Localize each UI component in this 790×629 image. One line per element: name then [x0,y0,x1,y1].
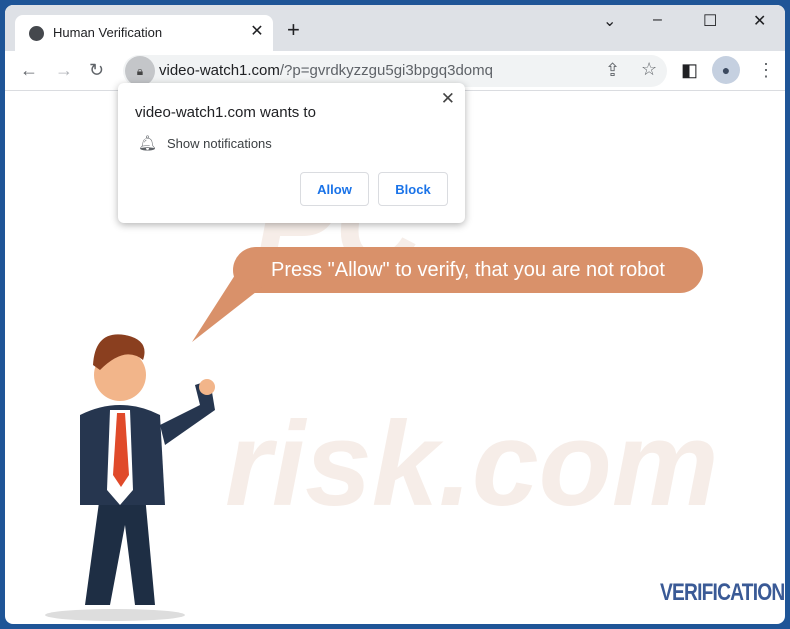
speech-bubble: Press "Allow" to verify, that you are no… [233,247,703,293]
tab-bar: Human Verification ✕ + ⌄ – ☐ ✕ [5,5,785,51]
minimize-icon[interactable]: – [653,11,662,29]
side-panel-icon[interactable]: ◧ [681,60,698,81]
globe-icon [29,26,44,41]
popup-title: video-watch1.com wants to [135,104,316,121]
tab-human-verification[interactable]: Human Verification ✕ [15,15,273,51]
menu-icon[interactable]: ⋮ [757,60,775,81]
block-button[interactable]: Block [378,172,448,206]
star-icon[interactable]: ☆ [641,59,657,80]
close-icon[interactable]: ✕ [753,11,766,31]
reload-icon[interactable]: ↻ [89,60,104,81]
tab-close-icon[interactable]: ✕ [247,21,267,41]
chevron-down-icon[interactable]: ⌄ [603,11,616,31]
maximize-icon[interactable]: ☐ [703,11,717,31]
bell-icon: 🔔︎ [138,135,158,152]
url-text: video-watch1.com/?p=gvrdkyzzgu5gi3bpgq3d… [159,62,493,79]
back-icon[interactable]: ← [20,60,38,81]
watermark: risk.com [225,397,719,531]
notification-permission-popup: video-watch1.com wants to ✕ 🔔︎ Show noti… [118,83,465,223]
popup-close-icon[interactable]: ✕ [441,89,455,109]
allow-button[interactable]: Allow [300,172,369,206]
new-tab-button[interactable]: + [287,17,300,43]
verification-label: VERIFICATION [660,579,785,606]
share-icon[interactable]: ⇪ [605,60,620,81]
tab-title: Human Verification [53,25,163,40]
lock-icon[interactable]: 🔒︎ [125,56,155,86]
businessman-illustration [45,334,215,621]
profile-icon[interactable]: ● [712,56,740,84]
forward-icon[interactable]: → [55,60,73,81]
permission-text: Show notifications [167,136,272,151]
